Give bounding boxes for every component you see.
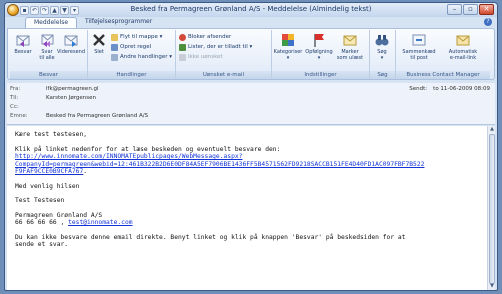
group-label: Business Contact Manager	[396, 71, 490, 79]
maximize-button[interactable]: ▫	[463, 4, 478, 15]
group-soeg: Søg ▾ Søg	[370, 30, 396, 79]
from-value[interactable]: lfk@permagreen.gl	[46, 85, 99, 93]
email-link[interactable]: test@innomate.com	[68, 219, 132, 226]
to-row: Til: Karsten Jørgensen	[10, 94, 97, 102]
group-label: Søg	[370, 71, 395, 79]
delete-icon	[91, 32, 107, 48]
message-link-line1[interactable]: http://www.innomate.com/INNOMATEpublicpa…	[15, 153, 242, 160]
window-controls: – ▫ ✕	[447, 4, 494, 15]
not-junk-icon	[179, 53, 186, 61]
vertical-scrollbar[interactable]: ▲ ▼	[487, 126, 495, 290]
group-label: Uønsket e-mail	[176, 71, 271, 79]
unread-envelope-icon	[342, 32, 358, 48]
create-rule-button[interactable]: Opret regel	[111, 43, 172, 51]
note-line2: sende et svar.	[15, 241, 69, 248]
scroll-up-icon[interactable]: ▲	[488, 126, 496, 133]
scroll-thumb[interactable]	[489, 134, 495, 284]
help-icon[interactable]: ?	[484, 18, 492, 26]
message-link-line2[interactable]: CompanyId=permagreen&webid=12:461B322B2D…	[15, 161, 424, 168]
message-link-line3[interactable]: F9FAF9CCE0B9CFA767	[15, 168, 83, 175]
link-record-icon	[411, 32, 427, 48]
block-icon	[179, 33, 186, 41]
move-to-folder-button[interactable]: Flyt til mappe ▾	[111, 33, 172, 41]
forward-icon	[63, 32, 79, 48]
categorize-icon	[280, 32, 296, 48]
group-uonsket: Bloker afsender Lister, der er tilladt t…	[176, 30, 272, 79]
sender-name: Test Testesen	[15, 197, 65, 204]
window-title: Besked fra Permagreen Grønland A/S - Med…	[130, 5, 372, 13]
flag-icon	[311, 32, 327, 48]
not-junk-button[interactable]: Ikke uønsket	[179, 53, 252, 61]
other-actions-button[interactable]: Andre handlinger ▾	[111, 53, 172, 61]
reply-all-icon	[39, 32, 55, 48]
message-body[interactable]: Kære test testesen, Klik på linket neden…	[7, 126, 487, 290]
to-value[interactable]: Karsten Jørgensen	[46, 94, 96, 102]
rule-icon	[111, 43, 118, 51]
title-bar: ▪ ↶ ↷ ▲ ▼ ▾ Besked fra Permagreen Grønla…	[5, 3, 497, 17]
subject-row: Emne: Besked fra Permagreen Grønland A/S	[10, 113, 149, 119]
auto-link-envelope-icon	[455, 32, 471, 48]
close-button[interactable]: ✕	[479, 4, 494, 15]
safe-lists-button[interactable]: Lister, der er tilladt til ▾	[179, 43, 252, 51]
cc-row: Cc:	[10, 104, 19, 110]
tab-meddelelse[interactable]: Meddelelse	[25, 17, 78, 28]
group-label: Besvar	[10, 71, 87, 79]
folder-icon	[111, 33, 118, 41]
note-line1: Du kan ikke besvare denne email direkte.…	[15, 233, 406, 241]
sent-info: Sendt: to 11-06-2009 08:09	[409, 86, 490, 92]
reply-icon	[15, 32, 31, 48]
tab-tilfoejelsesprogrammer[interactable]: Tilføjelsesprogrammer	[77, 17, 160, 28]
ribbon-tabs: Meddelelse Tilføjelsesprogrammer	[25, 17, 160, 28]
ribbon: Besvar Svar til alle Videresend Besvar S…	[7, 28, 495, 80]
group-label: Indstillinger	[272, 71, 369, 79]
sent-date: to 11-06-2009 08:09	[433, 86, 490, 92]
group-business-contact-manager: Sammenkæd til post Automatisk e-mail-lin…	[396, 30, 490, 79]
phone: 66 66 66 66 ,	[15, 219, 69, 226]
group-label: Handlinger	[88, 71, 175, 79]
minimize-button[interactable]: –	[447, 4, 462, 15]
greeting: Kære test testesen,	[15, 131, 88, 138]
binoculars-icon	[374, 32, 390, 48]
group-indstillinger: Kategoriser ▾ Opfølgning ▾ Marker som ul…	[272, 30, 370, 79]
group-handlinger: Slet Flyt til mappe ▾ Opret regel Andre …	[88, 30, 176, 79]
regards: Med venlig hilsen	[15, 182, 80, 190]
subject-value: Besked fra Permagreen Grønland A/S	[46, 113, 149, 119]
message-window: ▪ ↶ ↷ ▲ ▼ ▾ Besked fra Permagreen Grønla…	[4, 2, 498, 291]
intro-text: Klik på linket nedenfor for at læse besk…	[15, 145, 281, 153]
message-header: Fra: lfk@permagreen.gl Til: Karsten Jørgen…	[7, 83, 495, 125]
block-sender-button[interactable]: Bloker afsender	[179, 33, 252, 41]
group-besvar: Besvar Svar til alle Videresend Besvar	[10, 30, 88, 79]
from-row: Fra: lfk@permagreen.gl	[10, 85, 99, 93]
safe-list-icon	[179, 43, 186, 51]
company-name: Permagreen Grønland A/S	[15, 211, 103, 219]
scroll-down-icon[interactable]: ▼	[488, 283, 496, 290]
actions-icon	[111, 53, 118, 61]
